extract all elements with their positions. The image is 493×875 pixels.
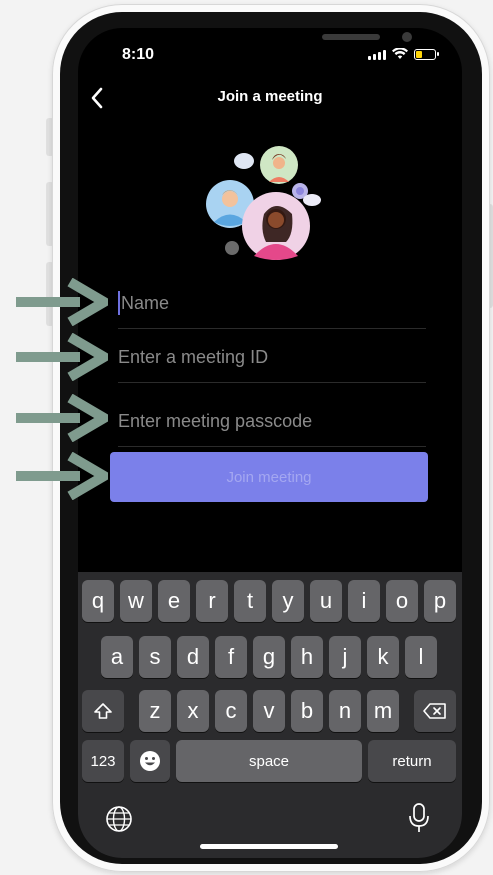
signal-icon	[368, 50, 386, 60]
arrow-icon	[16, 333, 108, 381]
backspace-icon	[423, 703, 446, 719]
key-x[interactable]: x	[177, 690, 209, 732]
home-indicator	[200, 844, 338, 849]
microphone-icon[interactable]	[406, 802, 432, 834]
key-c[interactable]: c	[215, 690, 247, 732]
key-k[interactable]: k	[367, 636, 399, 678]
speaker	[322, 34, 380, 40]
meeting-illustration	[206, 146, 321, 260]
key-t[interactable]: t	[234, 580, 266, 622]
phone-screen: 8:10 Join a meeting Name Enter a meeting…	[78, 28, 462, 858]
key-i[interactable]: i	[348, 580, 380, 622]
key-g[interactable]: g	[253, 636, 285, 678]
key-p[interactable]: p	[424, 580, 456, 622]
space-key[interactable]: space	[176, 740, 362, 782]
key-r[interactable]: r	[196, 580, 228, 622]
key-b[interactable]: b	[291, 690, 323, 732]
key-o[interactable]: o	[386, 580, 418, 622]
shift-icon	[94, 703, 112, 719]
numbers-key[interactable]: 123	[82, 740, 124, 782]
arrow-icon	[16, 452, 108, 500]
key-l[interactable]: l	[405, 636, 437, 678]
status-time: 8:10	[122, 46, 155, 63]
keyboard: q w e r t y u i o p a s d f g h j k l z …	[78, 572, 462, 858]
key-z[interactable]: z	[139, 690, 171, 732]
name-placeholder: Name	[121, 292, 170, 313]
key-n[interactable]: n	[329, 690, 361, 732]
front-camera	[402, 32, 412, 42]
globe-icon[interactable]	[104, 804, 134, 834]
key-j[interactable]: j	[329, 636, 361, 678]
shift-key[interactable]	[82, 690, 124, 732]
arrow-icon	[16, 394, 108, 442]
name-input[interactable]: Name	[118, 278, 426, 329]
wifi-icon	[392, 48, 408, 59]
key-f[interactable]: f	[215, 636, 247, 678]
return-key[interactable]: return	[368, 740, 456, 782]
key-s[interactable]: s	[139, 636, 171, 678]
battery-icon	[414, 49, 439, 60]
notch	[164, 28, 412, 60]
key-a[interactable]: a	[101, 636, 133, 678]
key-u[interactable]: u	[310, 580, 342, 622]
key-v[interactable]: v	[253, 690, 285, 732]
arrow-icon	[16, 278, 108, 326]
key-d[interactable]: d	[177, 636, 209, 678]
key-m[interactable]: m	[367, 690, 399, 732]
passcode-placeholder: Enter meeting passcode	[118, 410, 313, 431]
key-q[interactable]: q	[82, 580, 114, 622]
key-h[interactable]: h	[291, 636, 323, 678]
backspace-key[interactable]	[414, 690, 456, 732]
key-e[interactable]: e	[158, 580, 190, 622]
join-meeting-button[interactable]: Join meeting	[110, 452, 428, 502]
page-title: Join a meeting	[217, 88, 323, 105]
status-icons	[368, 48, 439, 60]
meeting-id-input[interactable]: Enter a meeting ID	[118, 332, 426, 383]
meeting-id-placeholder: Enter a meeting ID	[118, 346, 269, 367]
text-caret	[118, 291, 120, 315]
key-w[interactable]: w	[120, 580, 152, 622]
key-y[interactable]: y	[272, 580, 304, 622]
emoji-icon	[140, 751, 160, 771]
passcode-input[interactable]: Enter meeting passcode	[118, 396, 426, 447]
emoji-key[interactable]	[130, 740, 170, 782]
